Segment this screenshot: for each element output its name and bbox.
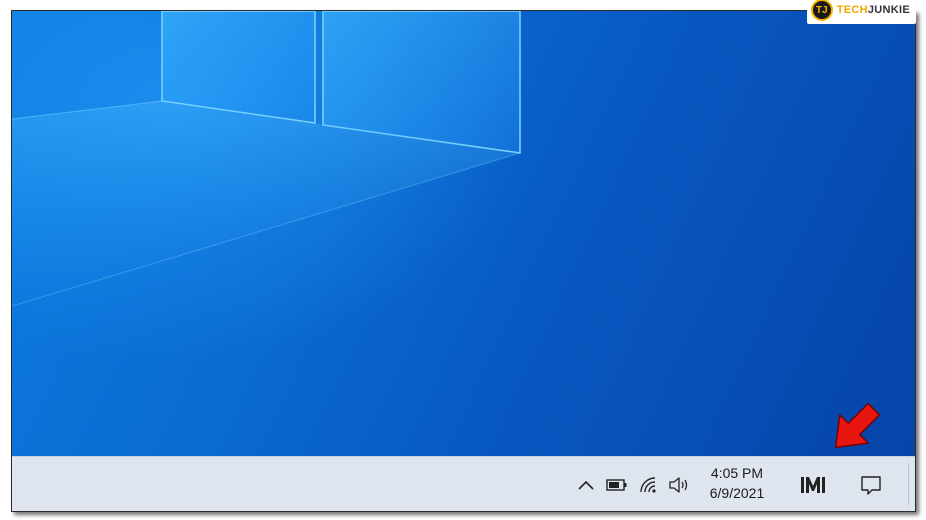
desktop-wallpaper [12,11,915,456]
techjunkie-logo: TJ TECHJUNKIE [806,0,916,24]
red-arrow-annotation [834,402,881,449]
show-hidden-icons-button[interactable] [575,457,597,511]
wifi-icon [640,476,656,493]
windows-logo-light-beams [12,11,521,307]
clock-button[interactable]: 4:05 PM 6/9/2021 [695,463,779,503]
logo-text-tech: TECH [836,4,868,16]
battery-icon [606,478,627,491]
clock-date: 6/9/2021 [709,485,765,501]
volume-button[interactable] [666,457,692,511]
logo-text-junkie: JUNKIE [867,4,910,16]
speaker-icon [669,476,688,493]
battery-button[interactable] [605,457,629,511]
media-app-icon [801,476,825,493]
taskbar: 4:05 PM 6/9/2021 [12,456,915,511]
logo-badge: TJ [810,0,833,21]
screenshot-frame: 4:05 PM 6/9/2021 [11,10,916,512]
show-desktop-divider[interactable] [908,463,909,505]
network-button[interactable] [637,457,661,511]
notification-icon [861,475,881,495]
media-app-button[interactable] [796,457,830,511]
chevron-up-icon [578,480,594,490]
action-center-button[interactable] [854,457,888,511]
clock-time: 4:05 PM [710,465,764,481]
